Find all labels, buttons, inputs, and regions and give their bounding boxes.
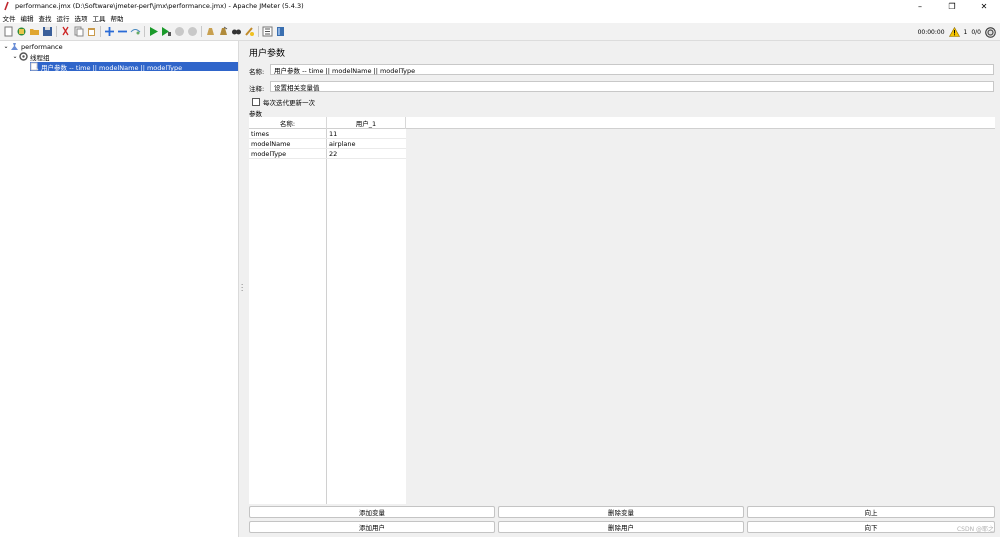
update-once-per-iteration[interactable]: 每次迭代更新一次 [252,97,315,107]
test-plan-tree: ⌄ performance ⌄ 线程组 用户参数 -- time || mode… [0,41,238,537]
warning-count: 1 [963,28,968,36]
thread-count: 0/0 [971,28,981,36]
new-icon[interactable] [3,26,14,37]
parameters-table: 名称: 用户_1 times 11 modelName airplane mod… [249,117,995,504]
tree-item-label: 线程组 [30,53,50,62]
status-area: 00:00:00 1 0/0 [916,23,998,41]
toolbar-separator [258,26,259,37]
shutdown-icon[interactable] [187,26,198,37]
delete-variable-button[interactable]: 删除变量 [498,506,744,518]
window-title: performance.jmx (D:\Software\jmeter-perf… [15,2,304,10]
title-bar: performance.jmx (D:\Software\jmeter-perf… [0,0,1000,12]
divider-grip-icon: · · · [241,281,244,295]
collapse-icon[interactable] [117,26,128,37]
elapsed-timer: 00:00:00 [917,28,945,36]
user-parameters-panel: 用户参数 名称: 用户参数 -- time || modelName || mo… [244,41,1000,537]
column-header-name[interactable]: 名称: [249,117,327,129]
add-user-button[interactable]: 添加用户 [249,521,495,533]
chevron-down-icon[interactable]: ⌄ [11,53,19,60]
comment-field[interactable]: 设置相关变量值 [270,81,994,92]
tree-item-test-plan[interactable]: ⌄ performance [2,42,63,51]
add-variable-button[interactable]: 添加变量 [249,506,495,518]
tree-item-label: 用户参数 -- time || modelName || modelType [41,63,183,72]
tree-item-label: performance [21,42,63,51]
param-name-cell[interactable]: modelName [249,139,327,149]
column-header-user-1[interactable]: 用户_1 [327,117,406,129]
maximize-button[interactable]: ❐ [936,0,968,12]
minimize-button[interactable]: – [904,0,936,12]
test-plan-icon [10,42,19,51]
menu-options[interactable]: 选项 [72,13,90,23]
stop-icon[interactable] [174,26,185,37]
delete-user-button[interactable]: 删除用户 [498,521,744,533]
chevron-down-icon[interactable]: ⌄ [2,43,10,50]
table-header: 名称: 用户_1 [249,117,995,129]
templates-icon[interactable] [16,26,27,37]
param-value-cell[interactable]: airplane [327,139,406,149]
gear-icon [19,52,28,61]
toolbar-separator [201,26,202,37]
search-icon[interactable] [231,26,242,37]
tree-item-user-parameters[interactable]: 用户参数 -- time || modelName || modelType [30,62,238,72]
close-button[interactable]: ✕ [968,0,1000,12]
save-icon[interactable] [42,26,53,37]
open-icon[interactable] [29,26,40,37]
menu-edit[interactable]: 编辑 [18,13,36,23]
help-icon[interactable] [275,26,286,37]
toolbar-separator [100,26,101,37]
menu-search[interactable]: 查找 [36,13,54,23]
param-value-cell[interactable]: 22 [327,149,406,159]
name-label: 名称: [249,68,265,76]
clear-all-icon[interactable] [218,26,229,37]
paste-icon[interactable] [86,26,97,37]
menu-tools[interactable]: 工具 [90,13,108,23]
table-body: times 11 modelName airplane modelType 22 [249,129,406,504]
toolbar-separator [144,26,145,37]
toggle-icon[interactable] [130,26,141,37]
table-row[interactable]: modelType 22 [249,149,406,159]
reset-search-icon[interactable] [244,26,255,37]
menu-run[interactable]: 运行 [54,13,72,23]
config-element-icon [30,62,39,71]
function-helper-icon[interactable] [262,26,273,37]
jmeter-feather-icon [2,1,12,11]
checkbox-label: 每次迭代更新一次 [263,99,315,107]
copy-icon[interactable] [73,26,84,37]
toolbar: 00:00:00 1 0/0 [0,23,1000,41]
toolbar-separator [56,26,57,37]
start-icon[interactable] [148,26,159,37]
param-name-cell[interactable]: modelType [249,149,327,159]
cut-icon[interactable] [60,26,71,37]
menu-bar: 文件 编辑 查找 运行 选项 工具 帮助 [0,12,1000,23]
param-name-cell[interactable]: times [249,129,327,139]
menu-help[interactable]: 帮助 [108,13,126,23]
clear-icon[interactable] [205,26,216,37]
menu-file[interactable]: 文件 [0,13,18,23]
globe-icon[interactable] [985,26,996,38]
name-field[interactable]: 用户参数 -- time || modelName || modelType [270,64,994,75]
param-value-cell[interactable]: 11 [327,129,406,139]
page-title: 用户参数 [249,49,286,59]
tree-item-thread-group[interactable]: ⌄ 线程组 [11,52,50,62]
move-up-button[interactable]: 向上 [747,506,995,518]
table-row[interactable]: times 11 [249,129,406,139]
expand-icon[interactable] [104,26,115,37]
update-once-checkbox[interactable] [252,98,260,106]
watermark: CSDN @耶之 [956,526,994,533]
table-row[interactable]: modelName airplane [249,139,406,149]
warning-icon[interactable] [948,27,960,37]
comment-label: 注释: [249,85,265,93]
start-no-pause-icon[interactable] [161,26,172,37]
name-column [249,129,327,504]
